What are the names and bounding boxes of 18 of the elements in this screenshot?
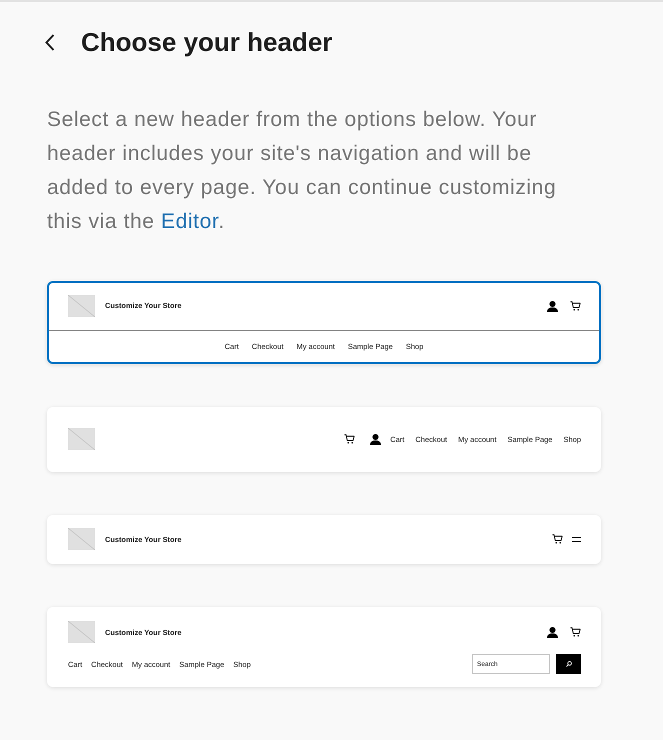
user-icon: [547, 626, 558, 638]
menu-icon: [572, 536, 581, 542]
image-placeholder-icon: [68, 621, 95, 644]
cart-icon: [552, 534, 563, 544]
image-placeholder-icon: [68, 295, 95, 317]
search-button[interactable]: [556, 654, 581, 674]
user-icon: [547, 300, 558, 312]
cart-icon: [570, 301, 581, 311]
image-placeholder-icon: [68, 528, 95, 550]
page-title: Choose your header: [81, 27, 332, 57]
editor-link[interactable]: Editor: [161, 210, 218, 233]
image-placeholder-icon: [68, 428, 95, 450]
chevron-left-icon: [45, 34, 55, 50]
search-icon: [566, 661, 572, 668]
cart-icon: [344, 434, 356, 444]
description-text: Select a new header from the options below. Your header includes your site's navigation and will be added to every page. You can continue customizing this via the Editor.: [47, 107, 558, 235]
cart-icon: [570, 627, 581, 638]
user-icon: [370, 434, 382, 445]
